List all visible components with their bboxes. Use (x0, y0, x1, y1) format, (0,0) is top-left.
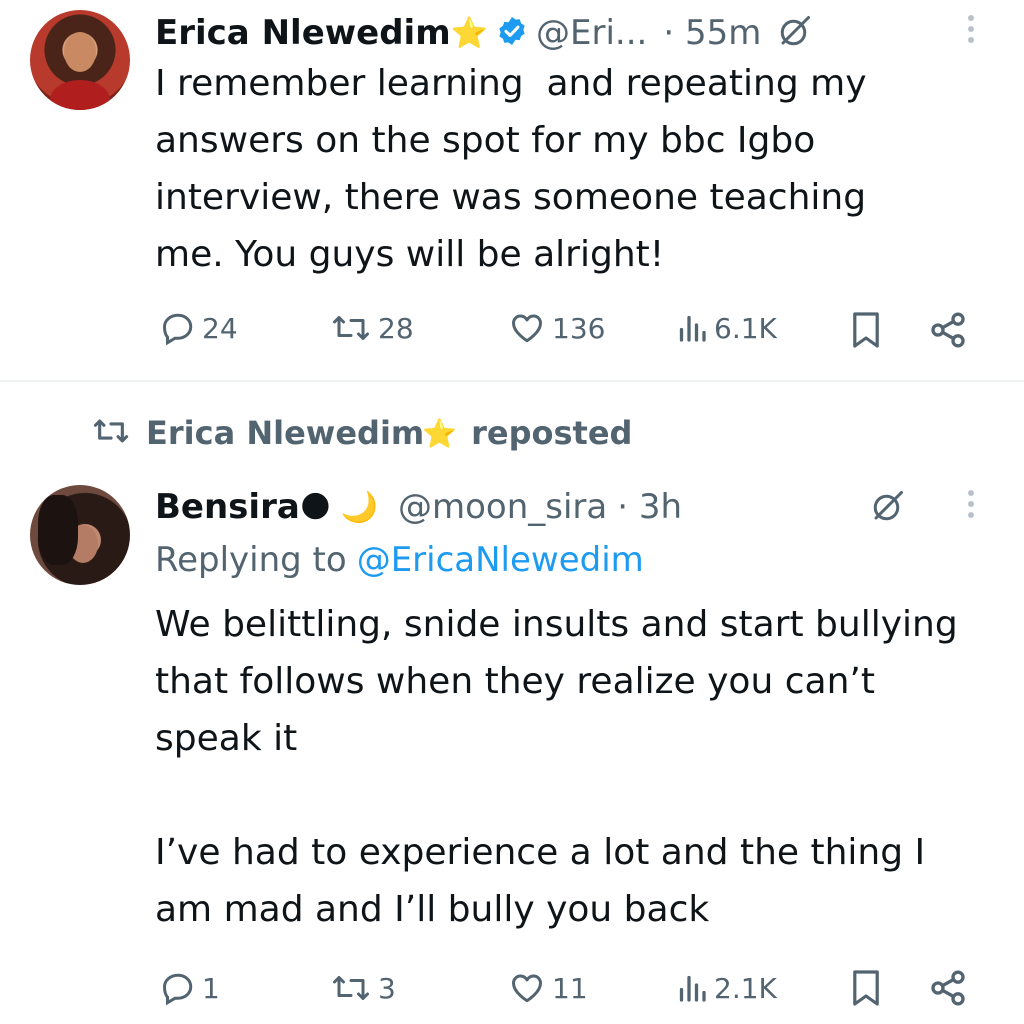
reply-icon (160, 310, 196, 346)
repost-icon (90, 414, 132, 452)
like-count: 11 (552, 971, 588, 1005)
divider (0, 380, 1024, 382)
timestamp[interactable]: · 3h (617, 487, 682, 527)
avatar[interactable] (30, 10, 130, 110)
repost-icon (330, 970, 372, 1006)
view-count: 2.1K (714, 971, 777, 1005)
views-button[interactable]: 6.1K (676, 310, 777, 346)
share-icon (928, 310, 968, 350)
like-icon (508, 310, 546, 346)
share-icon (928, 968, 968, 1008)
reply-button[interactable]: 1 (160, 970, 220, 1006)
display-name[interactable]: Bensira (155, 487, 300, 527)
repost-banner[interactable]: Erica Nlewedim ⭐ reposted (90, 408, 632, 458)
verified-badge-icon (496, 15, 528, 51)
replying-prefix: Replying to (155, 540, 347, 580)
share-button[interactable] (928, 310, 968, 350)
tweet-text: We belittling, snide insults and start b… (155, 604, 958, 930)
bookmark-button[interactable] (850, 968, 882, 1008)
replying-to-link[interactable]: @EricaNlewedim (357, 540, 644, 580)
bookmark-icon (850, 310, 882, 350)
reply-count: 24 (202, 311, 238, 345)
replying-to: Replying to @EricaNlewedim (155, 535, 644, 585)
views-icon (676, 970, 708, 1006)
timestamp[interactable]: · 55m (663, 13, 761, 53)
repost-button[interactable]: 28 (330, 310, 414, 346)
repost-icon (330, 310, 372, 346)
view-count: 6.1K (714, 311, 777, 345)
share-button[interactable] (928, 968, 968, 1008)
more-icon[interactable] (968, 15, 976, 48)
like-count: 136 (552, 311, 606, 345)
grok-icon[interactable] (777, 13, 813, 53)
star-emoji: ⭐ (422, 416, 458, 450)
repost-count: 3 (378, 971, 396, 1005)
moon-emoji: 🌑 🌙 (299, 489, 378, 525)
like-button[interactable]: 11 (508, 970, 588, 1006)
more-icon[interactable] (968, 490, 976, 523)
like-button[interactable]: 136 (508, 310, 605, 346)
reply-count: 1 (202, 971, 220, 1005)
reply-button[interactable]: 24 (160, 310, 238, 346)
reposter-name[interactable]: Erica Nlewedim (146, 414, 424, 452)
handle[interactable]: @Eri... (536, 13, 647, 53)
handle[interactable]: @moon_sira (398, 487, 607, 527)
reply-icon (160, 970, 196, 1006)
views-icon (676, 310, 708, 346)
star-emoji: ⭐ (450, 15, 488, 51)
like-icon (508, 970, 546, 1006)
bookmark-icon (850, 968, 882, 1008)
repost-count: 28 (378, 311, 414, 345)
repost-button[interactable]: 3 (330, 970, 396, 1006)
avatar[interactable] (30, 485, 130, 585)
display-name[interactable]: Erica Nlewedim (155, 13, 451, 53)
tweet-text: I remember learning and repeating my ans… (155, 63, 878, 275)
grok-icon[interactable] (870, 488, 906, 528)
bookmark-button[interactable] (850, 310, 882, 350)
views-button[interactable]: 2.1K (676, 970, 777, 1006)
reposted-label: reposted (471, 414, 633, 452)
